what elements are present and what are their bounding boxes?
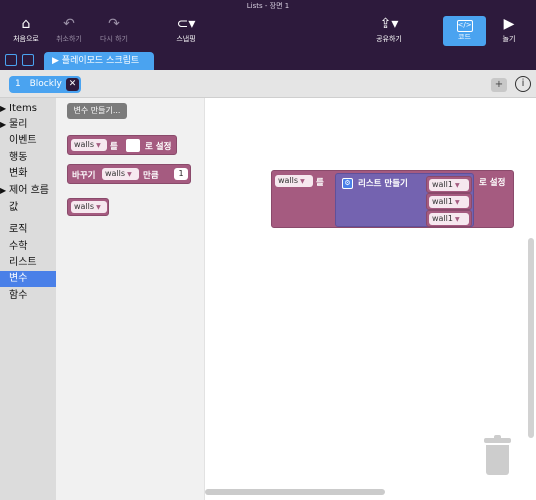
number-field[interactable]: 1 (174, 168, 188, 180)
toolbox-category-variables[interactable]: 변수 (0, 271, 56, 287)
undo-label: 취소하기 (56, 35, 82, 43)
item-dropdown[interactable]: wall1 ▼ (429, 213, 469, 225)
variable-dropdown[interactable]: walls ▼ (71, 139, 107, 151)
home-label: 처음으로 (13, 35, 39, 43)
variable-name: walls (278, 176, 299, 185)
item-name: wall1 (432, 197, 453, 206)
item-dropdown[interactable]: wall1 ▼ (429, 179, 469, 191)
make-variable-button[interactable]: 변수 만들기... (67, 103, 127, 119)
flyout-change-variable-block[interactable]: 바꾸기 walls ▼ 만큼 1 (67, 164, 191, 184)
chevron-down-icon: ▼ (96, 204, 101, 211)
variable-dropdown[interactable]: walls ▼ (275, 175, 313, 187)
code-icon: </> (456, 20, 473, 32)
flyout-get-variable-block[interactable]: walls ▼ (67, 198, 109, 216)
block-prefix: 바꾸기 (72, 171, 96, 181)
chevron-down-icon: ▼ (96, 142, 101, 149)
script-tabs-bar: ▶ 플레이모드 스크립트 (0, 50, 536, 70)
toolbox-category-control[interactable]: 제어 흐름 (0, 183, 56, 199)
snap-button[interactable]: ⊂▾ 스냅핑 (164, 15, 208, 44)
toolbox: Items 물리 이벤트 행동 변화 제어 흐름 값 로직 수학 리스트 변수 … (0, 98, 56, 500)
chevron-down-icon: ▼ (300, 178, 305, 185)
toolbox-category-values[interactable]: 값 (0, 200, 56, 216)
toolbox-category-logic[interactable]: 로직 (0, 222, 56, 238)
blockly-workspace[interactable]: Items 물리 이벤트 행동 변화 제어 흐름 값 로직 수학 리스트 변수 … (0, 98, 536, 500)
chevron-down-icon: ▼ (454, 182, 460, 189)
tab-number: 1 (15, 79, 21, 89)
item-dropdown[interactable]: wall1 ▼ (429, 196, 469, 208)
block-suffix: 로 설정 (145, 142, 172, 152)
home-icon: ⌂ (21, 16, 31, 32)
make-list-block[interactable]: ⚙ 리스트 만들기 wall1 ▼ wall1 ▼ wall1 ▼ (335, 173, 474, 227)
toolbox-category-physics[interactable]: 물리 (0, 117, 56, 133)
item-name: wall1 (432, 180, 453, 189)
flyout-set-variable-block[interactable]: walls ▼ 를 로 설정 (67, 135, 177, 155)
tab-blockly[interactable]: 1 Blockly ✕ (9, 76, 81, 93)
share-icon: ⇪▾ (379, 16, 399, 32)
chevron-down-icon: ▼ (454, 199, 460, 206)
flyout (56, 98, 205, 500)
blocks-view-icon[interactable] (5, 54, 17, 66)
play-button[interactable]: ▶ 놀기 (487, 15, 531, 44)
chevron-down-icon: ▼ (454, 216, 460, 223)
split-view-icon[interactable] (22, 54, 34, 66)
code-label: 코드 (458, 33, 471, 41)
list-item-2[interactable]: wall1 ▼ (426, 193, 472, 210)
list-item-1[interactable]: wall1 ▼ (426, 176, 472, 193)
toolbox-category-events[interactable]: 이벤트 (0, 133, 56, 149)
share-label: 공유하기 (376, 35, 402, 43)
play-label: 놀기 (502, 35, 516, 43)
window-title: Lists - 장면 1 (0, 0, 536, 12)
tab-playmode-script[interactable]: ▶ 플레이모드 스크립트 (44, 52, 154, 70)
magnet-icon: ⊂▾ (176, 16, 196, 32)
block-particle: 를 (316, 178, 324, 188)
blockly-tab-bar: 1 Blockly ✕ + i (0, 70, 536, 98)
workspace-set-variable-block[interactable]: walls ▼ 를 ⚙ 리스트 만들기 wall1 ▼ wall1 ▼ wall1 ▼ … (271, 170, 514, 228)
close-icon[interactable]: ✕ (66, 78, 79, 91)
list-item-3[interactable]: wall1 ▼ (426, 210, 472, 227)
toolbox-category-functions[interactable]: 함수 (0, 288, 56, 304)
tab-label: 플레이모드 스크립트 (61, 56, 140, 66)
chevron-down-icon: ▼ (127, 171, 132, 178)
block-suffix: 로 설정 (479, 178, 506, 188)
play-icon: ▶ (503, 16, 515, 32)
variable-dropdown[interactable]: walls ▼ (71, 201, 107, 213)
redo-icon: ↷ (108, 16, 120, 32)
snap-label: 스냅핑 (176, 35, 196, 43)
toolbox-category-math[interactable]: 수학 (0, 239, 56, 255)
home-button[interactable]: ⌂ 처음으로 (4, 15, 48, 44)
variable-name: walls (74, 202, 95, 211)
horizontal-scrollbar[interactable] (205, 489, 385, 495)
block-mid: 만큼 (143, 171, 159, 181)
share-button[interactable]: ⇪▾ 공유하기 (367, 15, 411, 44)
vertical-scrollbar[interactable] (528, 238, 534, 438)
redo-label: 다시 하기 (100, 35, 128, 43)
info-icon[interactable]: i (515, 76, 531, 92)
code-button[interactable]: </> 코드 (443, 16, 486, 46)
tab-play-icon: ▶ (52, 56, 62, 66)
make-list-label: 리스트 만들기 (358, 179, 408, 189)
toolbox-category-lists[interactable]: 리스트 (0, 255, 56, 271)
toolbox-category-actions[interactable]: 행동 (0, 150, 56, 166)
add-tab-button[interactable]: + (491, 78, 507, 92)
variable-dropdown[interactable]: walls ▼ (102, 168, 139, 180)
item-name: wall1 (432, 214, 453, 223)
trash-icon[interactable] (484, 435, 511, 476)
undo-icon: ↶ (63, 16, 75, 32)
undo-button[interactable]: ↶ 취소하기 (47, 15, 91, 44)
variable-name: walls (105, 169, 126, 178)
toolbox-category-changes[interactable]: 변화 (0, 166, 56, 182)
redo-button[interactable]: ↷ 다시 하기 (92, 15, 136, 44)
toolbox-category-items[interactable]: Items (0, 101, 56, 117)
variable-name: walls (74, 140, 95, 149)
top-toolbar: ⌂ 처음으로 ↶ 취소하기 ↷ 다시 하기 ⊂▾ 스냅핑 ⇪▾ 공유하기 </>… (0, 12, 536, 50)
tab-blockly-label: Blockly (29, 79, 62, 89)
value-input-slot[interactable] (126, 139, 140, 152)
block-particle: 를 (110, 142, 118, 152)
gear-icon[interactable]: ⚙ (342, 178, 353, 189)
